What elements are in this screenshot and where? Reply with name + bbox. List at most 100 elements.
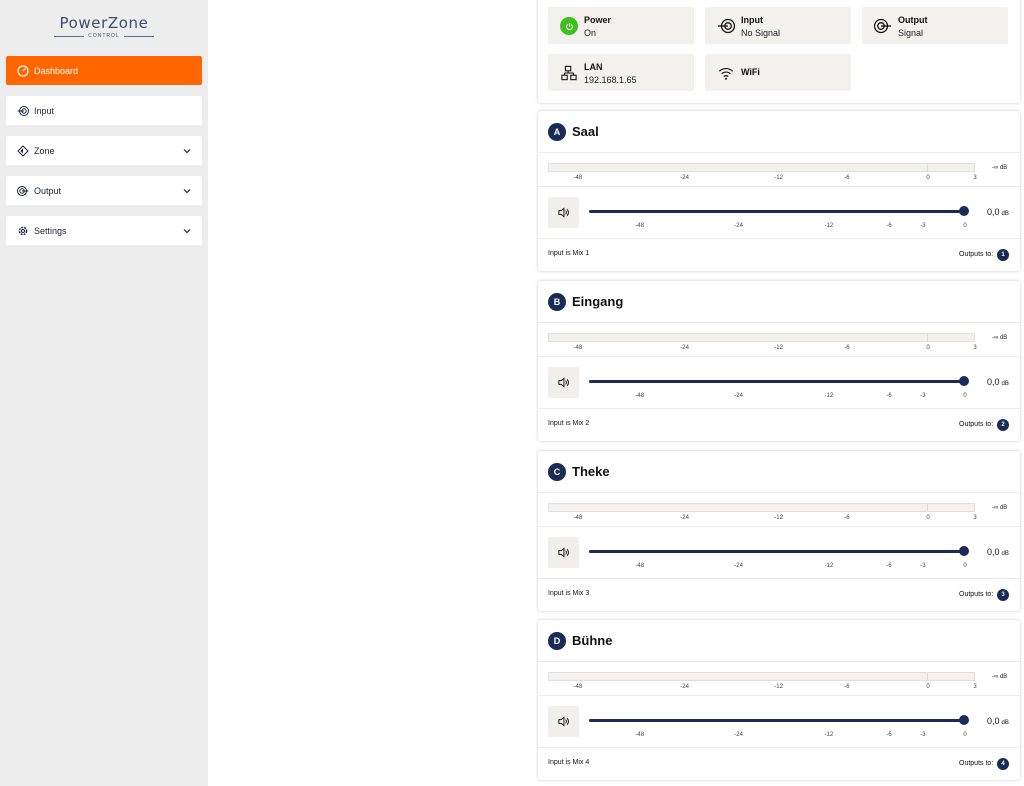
volume-slider-thumb[interactable] xyxy=(959,715,969,725)
sidebar: PowerZone CONTROL Dashboard Input Zone O… xyxy=(0,0,208,786)
level-meter-bar xyxy=(548,672,975,681)
wifi-tile[interactable]: WiFi xyxy=(705,54,851,91)
volume-tick-label: -24 xyxy=(734,393,743,399)
level-meter: -48 -24 -12 -6 0 3 -∞ dB xyxy=(538,662,1020,696)
level-meter-scale: -48 -24 -12 -6 0 3 xyxy=(548,345,977,353)
volume-scale: -48 -24 -12 -6 -3 0 xyxy=(589,563,967,571)
lan-tile[interactable]: LAN 192.168.1.65 xyxy=(548,54,694,91)
output-tile[interactable]: Output Signal xyxy=(862,7,1008,44)
power-label: Power xyxy=(584,15,612,25)
meter-tick-label: 3 xyxy=(973,515,977,521)
meter-tick-label: -12 xyxy=(774,345,783,351)
volume-scale: -48 -24 -12 -6 -3 0 xyxy=(589,732,967,740)
volume-slider-thumb[interactable] xyxy=(959,546,969,556)
mute-button[interactable] xyxy=(548,367,579,398)
mute-button[interactable] xyxy=(548,537,579,568)
chevron-down-icon[interactable] xyxy=(182,186,192,196)
outputs-to-label: Outputs to: xyxy=(959,421,994,428)
volume-tick-label: -48 xyxy=(635,563,645,569)
chevron-down-icon[interactable] xyxy=(182,146,192,156)
volume-readout: 0,0 dB xyxy=(987,716,1009,726)
volume-tick-label: -3 xyxy=(920,732,926,738)
power-icon xyxy=(560,17,578,35)
volume-slider-track[interactable] xyxy=(589,550,965,553)
sidebar-item-label: Zone xyxy=(34,145,55,156)
meter-tick-label: 0 xyxy=(926,515,930,521)
outputs-to-label: Outputs to: xyxy=(959,251,994,258)
zone-name: Theke xyxy=(572,464,610,479)
volume-scale: -48 -24 -12 -6 -3 0 xyxy=(589,393,967,401)
logo-subtitle: CONTROL xyxy=(88,33,120,39)
volume-tick-label: -12 xyxy=(824,563,834,569)
volume-slider-track[interactable] xyxy=(589,380,965,383)
status-card: Power On Input No Signal Output Signal L… xyxy=(538,0,1020,103)
zone-input-source: Input is Mix 3 xyxy=(548,590,590,597)
sidebar-item-dashboard[interactable]: Dashboard xyxy=(6,56,202,85)
power-tile[interactable]: Power On xyxy=(548,7,694,44)
volume-slider-thumb[interactable] xyxy=(959,206,969,216)
meter-tick-label: -48 xyxy=(573,684,583,690)
output-badge[interactable]: 2 xyxy=(997,419,1009,431)
meter-tick-label: -6 xyxy=(844,175,850,181)
meter-tick-label: 0 xyxy=(926,175,930,181)
level-meter-bar xyxy=(548,503,975,512)
mute-button[interactable] xyxy=(548,197,579,228)
volume-tick-label: 0 xyxy=(963,223,967,229)
volume-tick-label: -48 xyxy=(635,223,645,229)
input-icon xyxy=(16,104,30,118)
speaker-icon xyxy=(558,207,569,218)
volume-slider-track[interactable] xyxy=(589,210,965,213)
output-value: Signal xyxy=(898,28,924,38)
output-badge[interactable]: 3 xyxy=(997,589,1009,601)
meter-tick-label: -48 xyxy=(573,345,583,351)
volume-row: -48 -24 -12 -6 -3 0 0,0 dB xyxy=(538,357,1020,409)
volume-tick-label: 0 xyxy=(963,563,967,569)
volume-tick-label: -3 xyxy=(920,563,926,569)
chevron-down-icon[interactable] xyxy=(182,226,192,236)
zone-footer: Input is Mix 1 Outputs to: 1 xyxy=(538,239,1020,271)
mute-button[interactable] xyxy=(548,706,579,737)
meter-tick-label: -12 xyxy=(774,684,783,690)
sidebar-item-input[interactable]: Input xyxy=(6,96,202,125)
meter-tick-label: -6 xyxy=(844,515,850,521)
meter-tick-label: -6 xyxy=(844,684,850,690)
volume-tick-label: -24 xyxy=(734,732,743,738)
outputs-to-label: Outputs to: xyxy=(959,591,994,598)
speaker-icon xyxy=(558,716,569,727)
level-meter-scale: -48 -24 -12 -6 0 3 xyxy=(548,175,977,183)
sidebar-item-settings[interactable]: Settings xyxy=(6,216,202,245)
outputs-to-label: Outputs to: xyxy=(959,760,994,767)
meter-tick-label: 0 xyxy=(926,684,930,690)
input-label: Input xyxy=(741,15,763,25)
volume-tick-label: -24 xyxy=(734,223,743,229)
volume-scale: -48 -24 -12 -6 -3 0 xyxy=(589,223,967,231)
speaker-icon xyxy=(558,547,569,558)
level-meter: -48 -24 -12 -6 0 3 -∞ dB xyxy=(538,323,1020,357)
volume-tick-label: -48 xyxy=(635,393,645,399)
volume-tick-label: 0 xyxy=(963,732,967,738)
sidebar-item-output[interactable]: Output xyxy=(6,176,202,205)
wifi-label: WiFi xyxy=(741,67,760,77)
sidebar-item-zone[interactable]: Zone xyxy=(6,136,202,165)
zone-footer: Input is Mix 3 Outputs to: 3 xyxy=(538,579,1020,611)
lan-icon xyxy=(560,64,578,82)
volume-row: -48 -24 -12 -6 -3 0 0,0 dB xyxy=(538,696,1020,748)
zone-letter-badge: D xyxy=(548,632,566,650)
zone-name: Bühne xyxy=(572,633,613,648)
volume-tick-label: 0 xyxy=(963,393,967,399)
input-tile[interactable]: Input No Signal xyxy=(705,7,851,44)
meter-tick-label: 3 xyxy=(973,175,977,181)
output-badge[interactable]: 4 xyxy=(997,758,1009,770)
speaker-icon xyxy=(558,377,569,388)
level-meter-scale: -48 -24 -12 -6 0 3 xyxy=(548,515,977,523)
input-icon xyxy=(717,17,735,35)
meter-tick-label: -24 xyxy=(680,684,689,690)
volume-slider-track[interactable] xyxy=(589,719,965,722)
output-badge[interactable]: 1 xyxy=(997,249,1009,261)
volume-tick-label: -6 xyxy=(886,732,892,738)
meter-db-readout: -∞ dB xyxy=(992,165,1008,171)
lan-value: 192.168.1.65 xyxy=(584,75,637,85)
volume-slider-thumb[interactable] xyxy=(959,376,969,386)
level-meter: -48 -24 -12 -6 0 3 -∞ dB xyxy=(538,153,1020,187)
zone-input-source: Input is Mix 2 xyxy=(548,420,590,427)
